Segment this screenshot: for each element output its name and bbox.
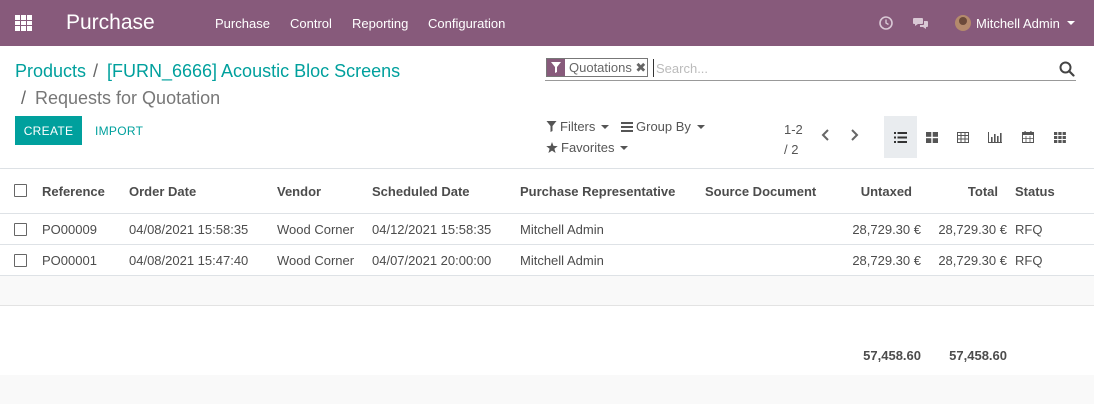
chevron-left-icon[interactable] — [820, 128, 832, 142]
menu-item-reporting[interactable]: Reporting — [352, 16, 408, 31]
column-header-reference[interactable]: Reference — [42, 184, 105, 199]
select-all-checkbox[interactable] — [14, 184, 27, 197]
graph-view-icon — [987, 131, 1002, 143]
column-header-status[interactable]: Status — [1015, 184, 1055, 199]
calendar-view-button[interactable] — [1011, 116, 1044, 158]
row-checkbox[interactable] — [14, 254, 27, 267]
cell-reference: PO00009 — [42, 222, 97, 237]
bars-icon — [621, 121, 633, 132]
control-panel: Products / [FURN_6666] Acoustic Bloc Scr… — [0, 46, 1094, 169]
cell-vendor: Wood Corner — [277, 222, 355, 237]
chat-icon[interactable] — [913, 15, 929, 31]
graph-view-button[interactable] — [978, 116, 1011, 158]
filters-dropdown[interactable]: Filters — [546, 119, 610, 134]
user-menu[interactable]: Mitchell Admin — [955, 13, 1075, 33]
favorites-dropdown[interactable]: Favorites — [546, 140, 629, 155]
group-by-label: Group By — [636, 119, 691, 134]
chevron-down-icon — [601, 124, 610, 129]
pivot-view-icon — [956, 131, 969, 143]
breadcrumb-separator: / — [21, 88, 27, 108]
column-header-source-document[interactable]: Source Document — [705, 184, 816, 199]
star-icon — [546, 142, 558, 153]
avatar — [955, 15, 971, 31]
column-header-order-date[interactable]: Order Date — [129, 184, 196, 199]
cell-untaxed: 28,729.30 € — [852, 253, 921, 268]
column-header-scheduled-date[interactable]: Scheduled Date — [372, 184, 470, 199]
cell-untaxed: 28,729.30 € — [852, 222, 921, 237]
cell-vendor: Wood Corner — [277, 253, 355, 268]
search-input[interactable] — [653, 59, 1053, 77]
filters-label: Filters — [560, 119, 596, 134]
group-by-dropdown[interactable]: Group By — [621, 119, 705, 134]
page-title: Requests for Quotation — [35, 88, 221, 108]
top-navbar: Purchase Purchase Control Reporting Conf… — [0, 0, 1094, 46]
cell-total: 28,729.30 € — [938, 222, 1007, 237]
column-header-untaxed[interactable]: Untaxed — [861, 184, 912, 199]
table-header: Reference Order Date Vendor Scheduled Da… — [0, 169, 1094, 214]
chevron-right-icon[interactable] — [848, 128, 860, 142]
kanban-view-button[interactable] — [915, 116, 948, 158]
filter-icon — [546, 121, 557, 132]
clock-icon[interactable] — [878, 15, 894, 31]
cell-representative: Mitchell Admin — [520, 222, 604, 237]
column-header-total[interactable]: Total — [968, 184, 998, 199]
facet-label: Quotations — [569, 60, 632, 75]
empty-row — [0, 306, 1094, 336]
search-icon[interactable] — [1059, 61, 1075, 77]
chevron-down-icon — [696, 124, 705, 129]
column-header-representative[interactable]: Purchase Representative — [520, 184, 675, 199]
filter-icon — [547, 59, 565, 76]
cell-scheduled-date: 04/12/2021 15:58:35 — [372, 222, 492, 237]
list-view-icon — [894, 131, 907, 143]
chevron-down-icon — [1066, 21, 1075, 25]
menu-item-configuration[interactable]: Configuration — [428, 16, 505, 31]
search-bar: Quotations ✖ — [545, 56, 1076, 81]
kanban-view-icon — [925, 131, 938, 143]
table-footer-totals: 57,458.60 57,458.60 — [0, 335, 1094, 375]
empty-row — [0, 276, 1094, 306]
row-checkbox[interactable] — [14, 223, 27, 236]
breadcrumb-separator: / — [93, 61, 99, 81]
breadcrumb-product[interactable]: [FURN_6666] Acoustic Bloc Screens — [107, 61, 400, 82]
table-row[interactable]: PO00009 04/08/2021 15:58:35 Wood Corner … — [0, 214, 1094, 245]
favorites-label: Favorites — [561, 140, 615, 155]
cell-representative: Mitchell Admin — [520, 253, 604, 268]
user-name: Mitchell Admin — [976, 15, 1060, 31]
pager-range: 1-2 — [784, 122, 803, 137]
chevron-down-icon — [620, 145, 629, 150]
table-row[interactable]: PO00001 04/08/2021 15:47:40 Wood Corner … — [0, 245, 1094, 276]
cell-scheduled-date: 04/07/2021 20:00:00 — [372, 253, 492, 268]
cell-order-date: 04/08/2021 15:47:40 — [129, 253, 249, 268]
column-header-vendor[interactable]: Vendor — [277, 184, 321, 199]
pager-value[interactable]: 1-2 / 2 — [784, 120, 803, 160]
app-name: Purchase — [66, 11, 155, 34]
cell-status: RFQ — [1015, 253, 1043, 268]
cell-reference: PO00001 — [42, 253, 97, 268]
total-total: 57,458.60 — [949, 348, 1007, 363]
list-view-button[interactable] — [884, 116, 917, 158]
close-icon[interactable]: ✖ — [635, 59, 647, 76]
pivot-view-button[interactable] — [946, 116, 979, 158]
menu-item-purchase[interactable]: Purchase — [215, 16, 270, 31]
search-facet: Quotations ✖ — [546, 58, 648, 77]
apps-menu-icon[interactable] — [15, 15, 32, 31]
menu-item-control[interactable]: Control — [290, 16, 332, 31]
activity-view-icon — [1053, 131, 1066, 143]
cell-total: 28,729.30 € — [938, 253, 1007, 268]
import-button[interactable]: IMPORT — [95, 124, 143, 138]
calendar-view-icon — [1021, 131, 1034, 143]
cell-order-date: 04/08/2021 15:58:35 — [129, 222, 249, 237]
activity-view-button[interactable] — [1043, 116, 1076, 158]
cell-status: RFQ — [1015, 222, 1043, 237]
create-button[interactable]: CREATE — [15, 116, 82, 145]
total-untaxed: 57,458.60 — [863, 348, 921, 363]
breadcrumb-products[interactable]: Products — [15, 61, 86, 82]
pager-total: / 2 — [784, 142, 799, 157]
